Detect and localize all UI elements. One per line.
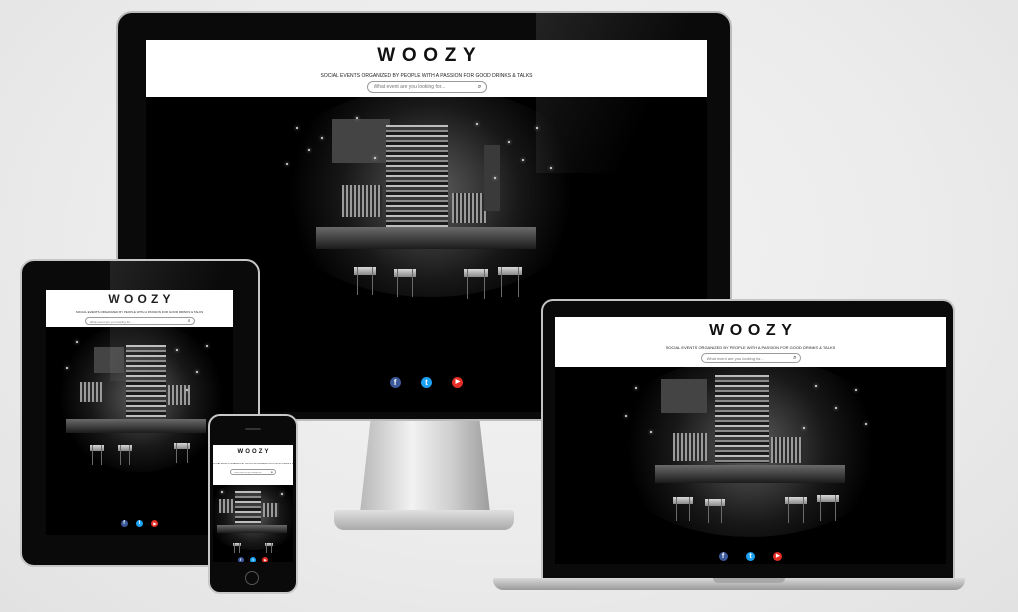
site-logo[interactable]: WOOZY [213,445,293,456]
twitter-icon[interactable]: t [136,520,143,528]
youtube-icon[interactable]: ▶ [452,377,464,389]
laptop-notch [713,578,785,583]
hero-image [555,367,946,564]
social-links: f t ▶ [555,548,946,564]
search-input[interactable] [234,470,270,475]
phone-screen: WOOZY SOCIAL EVENTS ORGANIZED BY PEOPLE … [213,445,293,562]
facebook-icon[interactable]: f [718,552,728,562]
phone-home-button[interactable] [245,571,259,585]
site-header: WOOZY SOCIAL EVENTS ORGANIZED BY PEOPLE … [146,40,707,97]
phone-speaker [245,428,261,430]
facebook-icon[interactable]: f [237,556,244,562]
twitter-icon[interactable]: t [250,556,256,562]
tablet-screen: WOOZY SOCIAL EVENTS ORGANIZED BY PEOPLE … [46,290,233,535]
search-bar: ⌕ [700,353,801,363]
site-tagline: SOCIAL EVENTS ORGANIZED BY PEOPLE WITH A… [75,310,204,314]
facebook-icon[interactable]: f [120,520,128,528]
site-logo[interactable]: WOOZY [146,40,707,66]
laptop: WOOZY SOCIAL EVENTS ORGANIZED BY PEOPLE … [493,299,965,597]
site-tagline: SOCIAL EVENTS ORGANIZED BY PEOPLE WITH A… [665,345,836,350]
search-input[interactable] [373,82,474,92]
youtube-icon[interactable]: ▶ [773,552,783,562]
twitter-icon[interactable]: t [746,552,755,562]
search-bar: ⌕ [230,469,276,475]
social-links: f t ▶ [213,551,293,562]
search-icon[interactable]: ⌕ [188,318,191,324]
search-input[interactable] [89,318,180,325]
search-icon[interactable]: ⌕ [478,83,482,92]
search-icon[interactable]: ⌕ [271,470,273,475]
twitter-icon[interactable]: t [421,377,432,389]
monitor-stand [360,421,490,513]
youtube-icon[interactable]: ▶ [151,520,159,528]
site-logo[interactable]: WOOZY [46,290,233,306]
social-links: f t ▶ [46,515,233,533]
search-bar: ⌕ [84,317,195,325]
search-input[interactable] [706,354,789,363]
search-bar: ⌕ [366,81,487,93]
search-icon[interactable]: ⌕ [793,354,796,362]
site-tagline: SOCIAL EVENTS ORGANIZED BY PEOPLE WITH A… [320,73,533,79]
phone: WOOZY SOCIAL EVENTS ORGANIZED BY PEOPLE … [208,414,298,594]
facebook-icon[interactable]: f [389,377,401,389]
site-logo[interactable]: WOOZY [555,317,946,339]
youtube-icon[interactable]: ▶ [262,556,269,562]
monitor-base [334,510,514,530]
hero-image [46,327,233,535]
laptop-screen: WOOZY SOCIAL EVENTS ORGANIZED BY PEOPLE … [555,317,946,564]
site-tagline: SOCIAL EVENTS ORGANIZED BY PEOPLE WITH A… [213,463,293,465]
